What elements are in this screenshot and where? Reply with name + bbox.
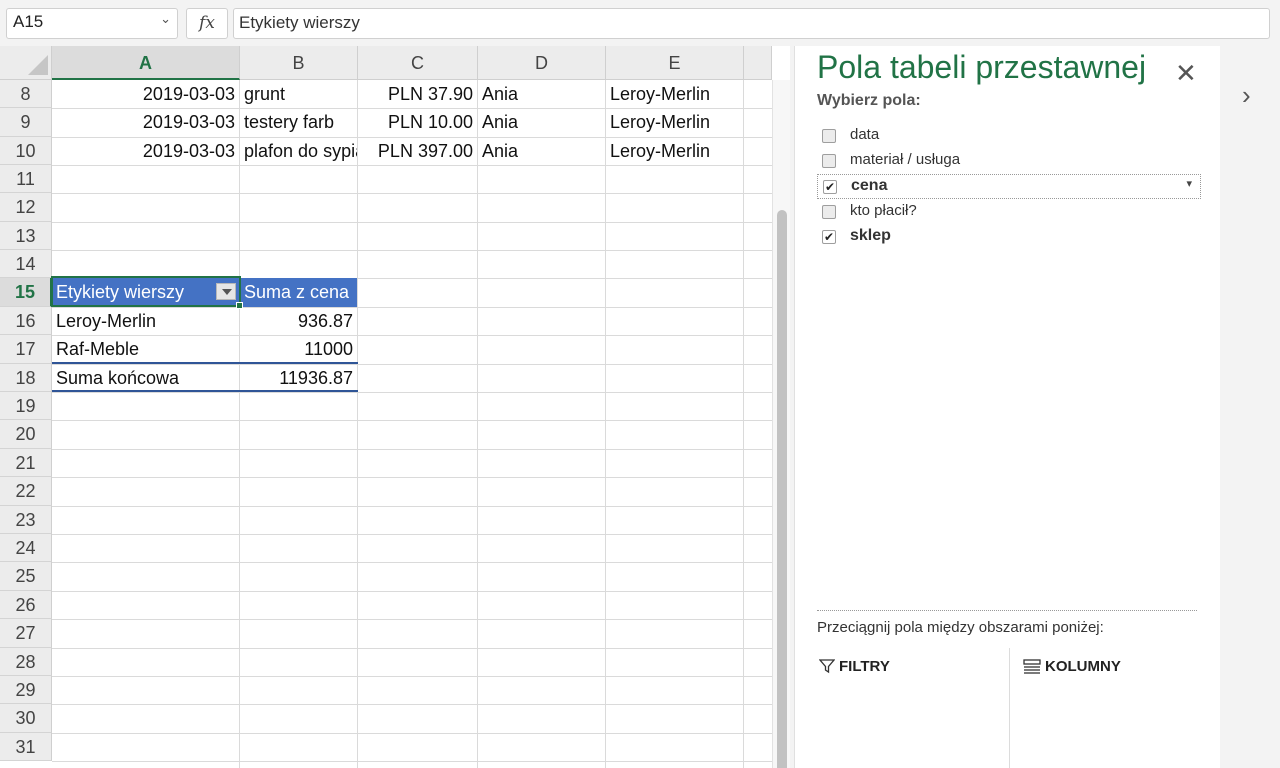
row-header[interactable]: 31 (0, 733, 52, 761)
pivot-row-value[interactable]: 11000 (240, 335, 357, 363)
cell-e8[interactable]: Leroy-Merlin (606, 80, 743, 108)
fx-icon: fx (199, 13, 215, 33)
cell-a10[interactable]: 2019-03-03 (52, 137, 239, 165)
cell-c9[interactable]: PLN 10.00 (358, 108, 477, 136)
scrollbar-thumb[interactable] (777, 210, 787, 768)
field-item-sklep[interactable]: ✔ sklep (817, 225, 1201, 250)
chevron-down-icon[interactable]: ⌄ (160, 11, 171, 27)
field-checkbox[interactable] (822, 129, 836, 143)
area-separator (1009, 648, 1010, 768)
row-header[interactable]: 16 (0, 307, 52, 335)
cell-b9[interactable]: testery farb (240, 108, 357, 136)
pane-title: Pola tabeli przestawnej (817, 49, 1147, 85)
pane-divider (817, 610, 1197, 611)
pivot-header-row-labels[interactable]: Etykiety wierszy (52, 278, 239, 307)
pivot-row-value[interactable]: 936.87 (240, 307, 357, 335)
formula-bar: A15 ⌄ fx Etykiety wierszy (0, 0, 1280, 46)
pivot-fields-pane: Pola tabeli przestawnej ✕ Wybierz pola: … (794, 46, 1220, 768)
row-header[interactable]: 29 (0, 676, 52, 704)
row-header[interactable]: 12 (0, 193, 52, 222)
columns-icon (1023, 659, 1041, 674)
row-header[interactable]: 13 (0, 222, 52, 250)
close-icon[interactable]: ✕ (1175, 58, 1197, 89)
column-header-e[interactable]: E (606, 46, 744, 80)
cell-a9[interactable]: 2019-03-03 (52, 108, 239, 136)
pivot-row-label[interactable]: Raf-Meble (52, 335, 239, 363)
row-header[interactable]: 21 (0, 449, 52, 477)
field-label: cena (851, 177, 888, 194)
field-item-cena[interactable]: ✔ cena ▾ (817, 174, 1201, 199)
vertical-scrollbar[interactable] (772, 80, 790, 768)
cell-a8[interactable]: 2019-03-03 (52, 80, 239, 108)
cell-e10[interactable]: Leroy-Merlin (606, 137, 743, 165)
row-header[interactable]: 23 (0, 506, 52, 534)
filters-area[interactable]: FILTRY (818, 658, 890, 675)
cell-c8[interactable]: PLN 37.90 (358, 80, 477, 108)
filters-area-label: FILTRY (839, 658, 890, 675)
field-label: data (850, 126, 880, 143)
row-header[interactable]: 18 (0, 364, 52, 392)
choose-fields-label: Wybierz pola: (817, 92, 921, 109)
insert-function-button[interactable]: fx (186, 8, 228, 39)
row-header-selected[interactable]: 15 (0, 278, 52, 307)
row-header[interactable]: 19 (0, 392, 52, 420)
drag-hint-text: Przeciągnij pola między obszarami poniże… (817, 619, 1104, 636)
pivot-header-row-labels-text: Etykiety wierszy (56, 282, 185, 302)
row-header[interactable]: 28 (0, 648, 52, 676)
field-checkbox-checked[interactable]: ✔ (822, 230, 836, 244)
cell-d9[interactable]: Ania (478, 108, 605, 136)
field-label: materiał / usługa (850, 151, 961, 168)
filter-dropdown-icon[interactable] (216, 283, 236, 300)
row-header[interactable]: 10 (0, 137, 52, 165)
pivot-header-value[interactable]: Suma z cena (240, 278, 357, 307)
name-box[interactable]: A15 ⌄ (6, 8, 178, 39)
name-box-value: A15 (13, 12, 44, 31)
chevron-right-icon[interactable]: › (1242, 80, 1251, 111)
column-header-d[interactable]: D (478, 46, 606, 80)
cell-e9[interactable]: Leroy-Merlin (606, 108, 743, 136)
cell-c10[interactable]: PLN 397.00 (358, 137, 477, 165)
row-header[interactable]: 14 (0, 250, 52, 278)
field-label: kto płacił? (850, 202, 917, 219)
field-item-material[interactable]: materiał / usługa (817, 149, 1201, 174)
columns-area[interactable]: KOLUMNY (1023, 658, 1121, 675)
row-header[interactable]: 8 (0, 80, 52, 108)
cell-b10[interactable]: plafon do sypialni (240, 137, 357, 165)
spreadsheet-grid[interactable]: A B C D E 8 9 10 11 12 13 14 15 16 17 18… (0, 46, 790, 768)
row-header[interactable]: 20 (0, 420, 52, 449)
pivot-total-value[interactable]: 11936.87 (240, 364, 357, 392)
field-checkbox[interactable] (822, 154, 836, 168)
row-header[interactable]: 11 (0, 165, 52, 193)
pivot-total-label[interactable]: Suma końcowa (52, 364, 239, 392)
column-header-f[interactable] (744, 46, 772, 80)
pivot-row-label[interactable]: Leroy-Merlin (52, 307, 239, 335)
chevron-down-icon[interactable]: ▾ (1186, 177, 1192, 190)
formula-input[interactable]: Etykiety wierszy (233, 8, 1270, 39)
cell-b8[interactable]: grunt (240, 80, 357, 108)
column-header-b[interactable]: B (240, 46, 358, 80)
field-label: sklep (850, 227, 891, 244)
filter-icon (818, 659, 836, 674)
row-header[interactable]: 27 (0, 619, 52, 648)
row-header[interactable]: 30 (0, 704, 52, 733)
pivot-total-bottom-border (52, 390, 358, 392)
formula-text: Etykiety wierszy (239, 13, 360, 32)
columns-area-label: KOLUMNY (1045, 658, 1121, 675)
row-header[interactable]: 25 (0, 562, 52, 591)
select-all-corner[interactable] (0, 46, 52, 80)
row-header[interactable]: 17 (0, 335, 52, 364)
cell-d10[interactable]: Ania (478, 137, 605, 165)
cell-d8[interactable]: Ania (478, 80, 605, 108)
row-header[interactable]: 24 (0, 534, 52, 562)
row-header[interactable]: 22 (0, 477, 52, 506)
row-header[interactable]: 9 (0, 108, 52, 137)
column-header-a[interactable]: A (52, 46, 240, 80)
field-checkbox-checked[interactable]: ✔ (823, 180, 837, 194)
field-item-data[interactable]: data (817, 124, 1201, 149)
field-checkbox[interactable] (822, 205, 836, 219)
column-header-c[interactable]: C (358, 46, 478, 80)
field-item-kto[interactable]: kto płacił? (817, 200, 1201, 225)
row-header[interactable]: 26 (0, 591, 52, 619)
pane-collapse-strip: › (1220, 46, 1280, 768)
